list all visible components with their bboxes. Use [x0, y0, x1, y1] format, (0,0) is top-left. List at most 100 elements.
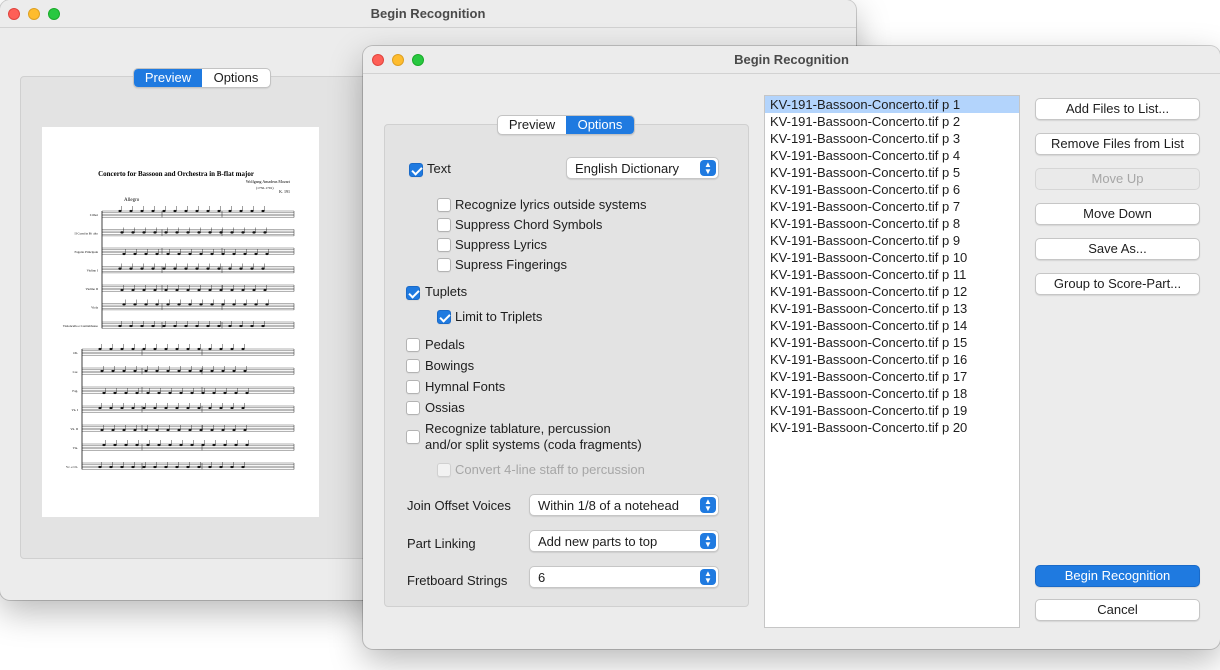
note-head [144, 369, 148, 373]
close-button[interactable] [372, 54, 384, 66]
group-score-part-button[interactable]: Group to Score-Part... [1035, 273, 1200, 295]
hymnal-fonts-label: Hymnal Fonts [425, 379, 506, 394]
tuplets-checkbox[interactable] [406, 286, 420, 300]
list-item[interactable]: KV-191-Bassoon-Concerto.tif p 14 [765, 317, 1019, 334]
list-item[interactable]: KV-191-Bassoon-Concerto.tif p 12 [765, 283, 1019, 300]
note-head [175, 288, 179, 292]
list-item[interactable]: KV-191-Bassoon-Concerto.tif p 11 [765, 266, 1019, 283]
note-head [197, 288, 201, 292]
text-checkbox[interactable] [409, 163, 423, 177]
back-window-title: Begin Recognition [0, 0, 856, 28]
suppress-fingerings-checkbox[interactable] [437, 258, 451, 272]
join-offset-select[interactable]: Within 1/8 of a notehead ▲ ▼ [529, 494, 719, 516]
move-down-button[interactable]: Move Down [1035, 203, 1200, 225]
list-item[interactable]: KV-191-Bassoon-Concerto.tif p 1 [765, 96, 1019, 113]
score-title: Concerto for Bassoon and Orchestra in B-… [98, 170, 254, 178]
minimize-button[interactable] [392, 54, 404, 66]
list-item[interactable]: KV-191-Bassoon-Concerto.tif p 13 [765, 300, 1019, 317]
suppress-chords-checkbox[interactable] [437, 218, 451, 232]
tab-preview[interactable]: Preview [134, 69, 202, 87]
zoom-button[interactable] [412, 54, 424, 66]
note-head [201, 443, 205, 447]
cancel-button[interactable]: Cancel [1035, 599, 1200, 621]
limit-triplets-checkbox[interactable] [437, 310, 451, 324]
add-files-button[interactable]: Add Files to List... [1035, 98, 1200, 120]
note-head [131, 347, 135, 351]
note-head [162, 324, 166, 328]
join-offset-value: Within 1/8 of a notehead [538, 498, 679, 513]
tab-options[interactable]: Options [202, 69, 270, 87]
list-item[interactable]: KV-191-Bassoon-Concerto.tif p 5 [765, 164, 1019, 181]
fretboard-select[interactable]: 6 ▲ ▼ [529, 566, 719, 588]
note-head [252, 231, 256, 234]
note-head [212, 391, 216, 395]
suppress-lyrics-checkbox[interactable] [437, 238, 451, 252]
list-item[interactable]: KV-191-Bassoon-Concerto.tif p 16 [765, 351, 1019, 368]
save-as-button[interactable]: Save As... [1035, 238, 1200, 260]
convert-percussion-checkbox[interactable] [437, 463, 451, 477]
note-head [195, 267, 199, 270]
note-head [173, 267, 177, 270]
tablature-checkbox[interactable] [406, 430, 420, 444]
note-head [100, 369, 104, 373]
note-head [190, 443, 194, 447]
note-head [120, 347, 124, 351]
note-head [153, 465, 157, 469]
note-head [206, 209, 210, 213]
note-head [120, 231, 124, 234]
note-head [142, 406, 146, 410]
note-head [151, 209, 155, 213]
list-item[interactable]: KV-191-Bassoon-Concerto.tif p 17 [765, 368, 1019, 385]
note-head [142, 347, 146, 351]
list-item[interactable]: KV-191-Bassoon-Concerto.tif p 9 [765, 232, 1019, 249]
ossias-checkbox[interactable] [406, 401, 420, 415]
pedals-checkbox[interactable] [406, 338, 420, 352]
bowings-checkbox[interactable] [406, 359, 420, 373]
list-item[interactable]: KV-191-Bassoon-Concerto.tif p 10 [765, 249, 1019, 266]
note-head [122, 252, 126, 256]
part-linking-select[interactable]: Add new parts to top ▲ ▼ [529, 530, 719, 552]
tablature-label-line2: and/or split systems (coda fragments) [425, 437, 642, 452]
list-item[interactable]: KV-191-Bassoon-Concerto.tif p 2 [765, 113, 1019, 130]
note-head [223, 391, 227, 395]
tab-preview[interactable]: Preview [498, 116, 566, 134]
staff-name: II Corni in B♭ alto [75, 232, 99, 236]
note-head [155, 428, 159, 432]
minimize-button[interactable] [28, 8, 40, 20]
note-head [177, 303, 181, 306]
note-head [164, 347, 168, 351]
file-list[interactable]: KV-191-Bassoon-Concerto.tif p 1 KV-191-Ba… [764, 95, 1020, 628]
note-head [210, 252, 214, 256]
note-head [230, 465, 234, 469]
note-head [199, 428, 203, 432]
list-item[interactable]: KV-191-Bassoon-Concerto.tif p 7 [765, 198, 1019, 215]
list-item[interactable]: KV-191-Bassoon-Concerto.tif p 8 [765, 215, 1019, 232]
note-head [118, 267, 122, 270]
list-item[interactable]: KV-191-Bassoon-Concerto.tif p 6 [765, 181, 1019, 198]
note-head [188, 252, 192, 256]
note-head [111, 369, 115, 373]
zoom-button[interactable] [48, 8, 60, 20]
close-button[interactable] [8, 8, 20, 20]
hymnal-fonts-checkbox[interactable] [406, 380, 420, 394]
list-item[interactable]: KV-191-Bassoon-Concerto.tif p 20 [765, 419, 1019, 436]
move-up-button[interactable]: Move Up [1035, 168, 1200, 190]
list-item[interactable]: KV-191-Bassoon-Concerto.tif p 18 [765, 385, 1019, 402]
note-head [201, 391, 205, 395]
begin-recognition-button[interactable]: Begin Recognition [1035, 565, 1200, 587]
staff-name: Fag. [72, 389, 78, 393]
recognize-lyrics-checkbox[interactable] [437, 198, 451, 212]
tab-options[interactable]: Options [566, 116, 634, 134]
dictionary-select[interactable]: English Dictionary ▲ ▼ [566, 157, 719, 179]
note-head [168, 443, 172, 447]
note-head [219, 465, 223, 469]
list-item[interactable]: KV-191-Bassoon-Concerto.tif p 15 [765, 334, 1019, 351]
remove-files-button[interactable]: Remove Files from List [1035, 133, 1200, 155]
note-head [243, 369, 247, 373]
score-catalog: K. 191 [279, 189, 290, 194]
list-item[interactable]: KV-191-Bassoon-Concerto.tif p 3 [765, 130, 1019, 147]
list-item[interactable]: KV-191-Bassoon-Concerto.tif p 19 [765, 402, 1019, 419]
note-head [140, 267, 144, 270]
note-head [223, 443, 227, 447]
list-item[interactable]: KV-191-Bassoon-Concerto.tif p 4 [765, 147, 1019, 164]
